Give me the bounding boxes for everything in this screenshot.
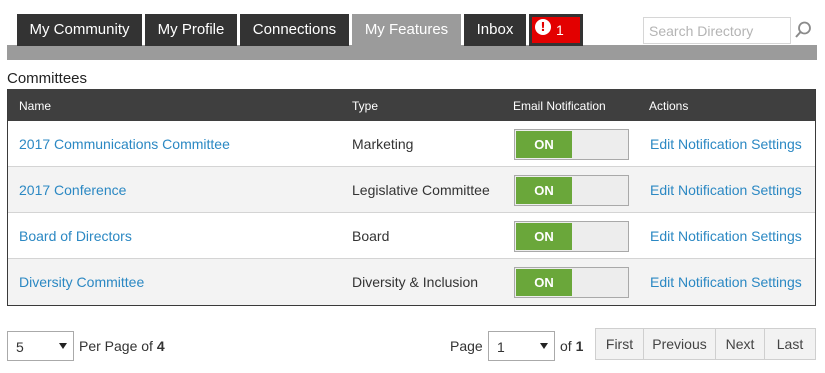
toggle-on-label: ON [516,177,572,204]
per-page-select[interactable]: 5 [7,331,74,361]
edit-notification-settings-link[interactable]: Edit Notification Settings [650,228,802,244]
page-select[interactable]: 1 [488,331,555,361]
last-page-button[interactable]: Last [765,329,815,359]
committees-table: Name Type Email Notification Actions 201… [7,89,816,306]
column-header-type: Type [352,99,379,113]
tab-my-features[interactable]: My Features [352,14,461,46]
of-label: of [560,338,572,354]
committee-type: Diversity & Inclusion [352,274,479,290]
section-title: Committees [7,70,88,87]
toggle-on-label: ON [516,223,572,250]
email-notification-toggle[interactable]: ON [514,129,629,160]
committee-type: Legislative Committee [352,182,490,198]
table-row: Diversity Committee Diversity & Inclusio… [8,259,815,305]
committee-name-link[interactable]: Board of Directors [19,228,132,244]
alert-count: 1 [556,22,564,38]
tab-my-profile[interactable]: My Profile [145,14,237,46]
column-header-actions: Actions [649,99,689,113]
pagination: First Previous Next Last [595,328,816,360]
email-notification-toggle[interactable]: ON [514,175,629,206]
chevron-down-icon [59,343,67,349]
search-icon[interactable] [793,20,813,40]
table-row: Board of Directors Board ON Edit Notific… [8,213,815,259]
edit-notification-settings-link[interactable]: Edit Notification Settings [650,182,802,198]
first-page-button[interactable]: First [596,329,644,359]
page-label: Page [450,338,483,354]
page-total: 1 [575,338,584,354]
previous-page-button[interactable]: Previous [644,329,716,359]
committee-type: Marketing [352,136,414,152]
search-directory-input[interactable] [643,17,791,44]
exclamation-icon: ! [535,19,551,35]
top-navigation: My Community My Profile Connections My F… [0,0,825,60]
column-header-name: Name [19,99,52,113]
page-of-group: of 1 [560,338,583,354]
next-page-button[interactable]: Next [716,329,765,359]
committee-name-link[interactable]: Diversity Committee [19,274,144,290]
table-row: 2017 Conference Legislative Committee ON… [8,167,815,213]
edit-notification-settings-link[interactable]: Edit Notification Settings [650,274,802,290]
edit-notification-settings-link[interactable]: Edit Notification Settings [650,136,802,152]
committee-name-link[interactable]: 2017 Conference [19,182,126,198]
per-page-label: Per Page of [79,338,153,354]
tab-inbox[interactable]: Inbox [464,14,526,46]
table-row: 2017 Communications Committee Marketing … [8,121,815,167]
table-header: Name Type Email Notification Actions [8,89,815,121]
email-notification-toggle[interactable]: ON [514,267,629,298]
column-header-email-notification: Email Notification [513,99,606,113]
page-select-value: 1 [497,339,505,355]
committee-type: Board [352,228,390,244]
chevron-down-icon [540,343,548,349]
toggle-on-label: ON [516,131,572,158]
nav-underline-bar [7,45,817,60]
tab-my-community[interactable]: My Community [17,14,142,46]
toggle-on-label: ON [516,269,572,296]
alert-tab[interactable]: ! 1 [529,14,583,46]
per-page-label-group: Per Page of 4 [79,338,165,354]
total-pages-count: 4 [156,338,165,354]
per-page-value: 5 [16,339,24,355]
email-notification-toggle[interactable]: ON [514,221,629,252]
alert-badge[interactable]: ! 1 [532,17,580,43]
committee-name-link[interactable]: 2017 Communications Committee [19,136,230,152]
tab-connections[interactable]: Connections [240,14,349,46]
